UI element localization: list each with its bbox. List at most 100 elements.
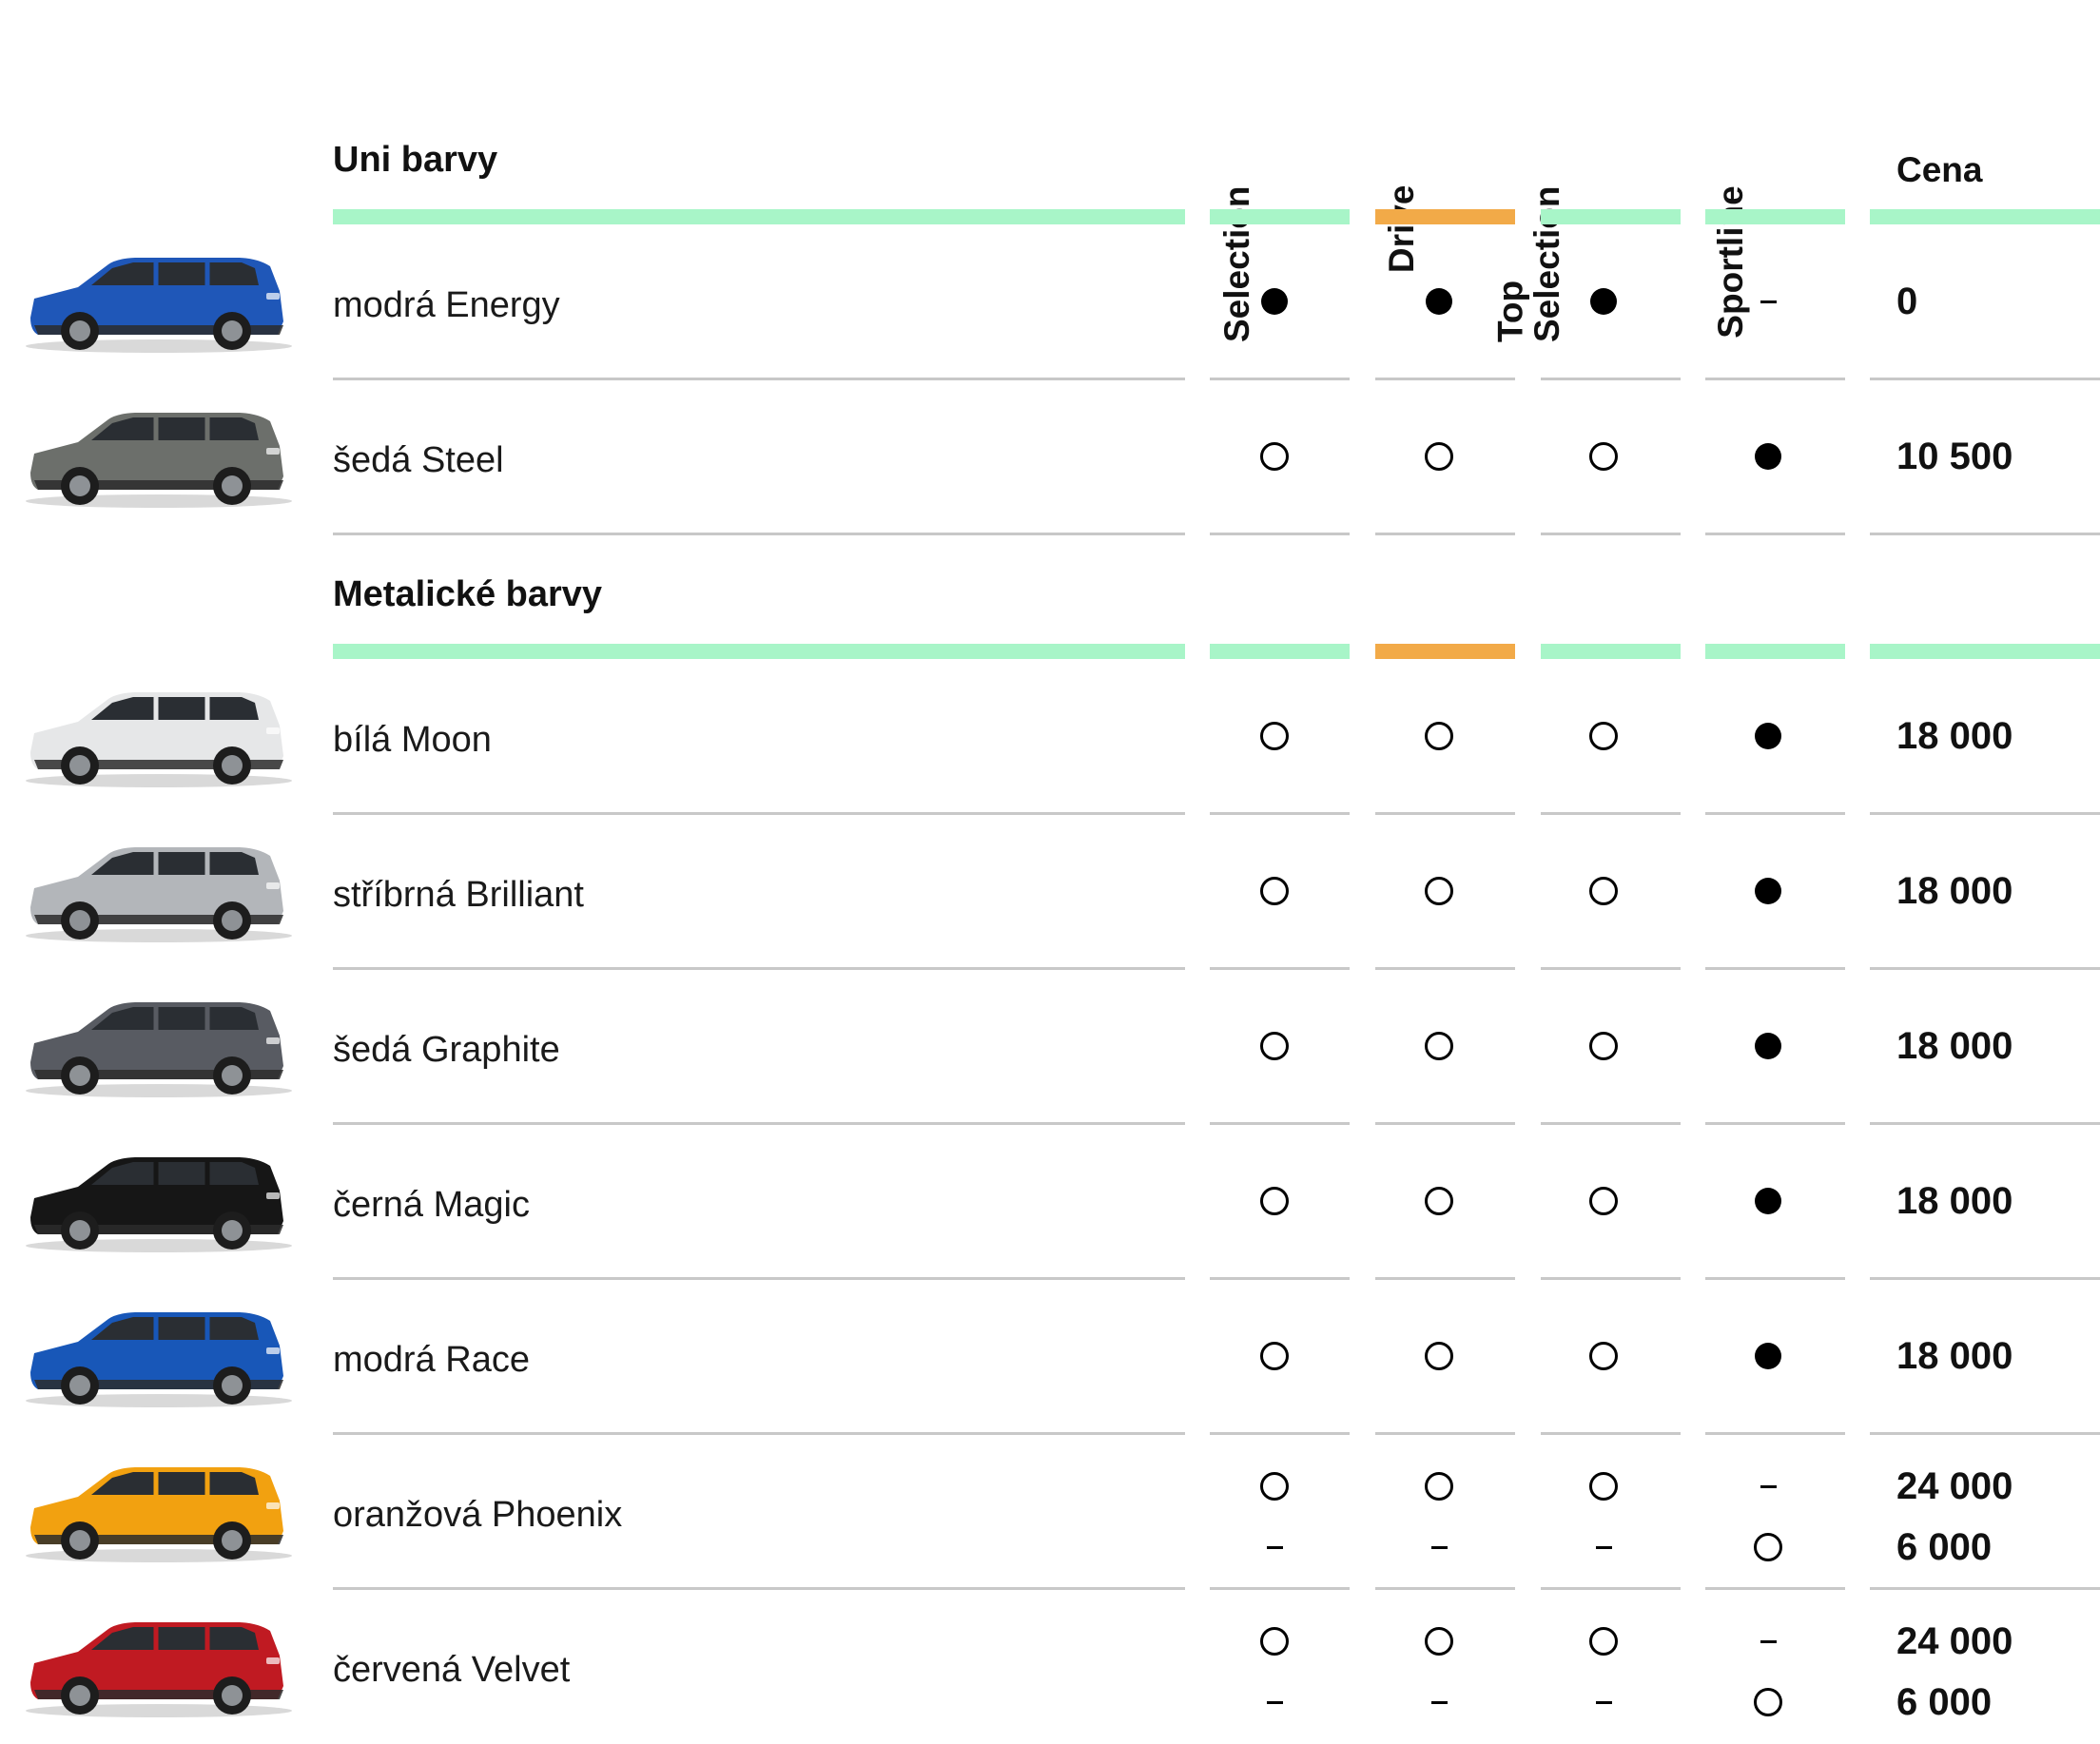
availability-mark-drive <box>1410 1674 1468 1731</box>
availability-mark-top-selection <box>1575 1017 1632 1075</box>
availability-mark-drive <box>1410 1458 1468 1515</box>
availability-mark-drive <box>1410 428 1468 485</box>
availability-mark-drive <box>1410 707 1468 765</box>
color-name: šedá Steel <box>333 439 504 480</box>
availability-mark-sportline <box>1740 1327 1797 1385</box>
not-available-dash-icon <box>1760 1639 1777 1643</box>
availability-mark-top-selection <box>1575 1172 1632 1230</box>
availability-mark-selection <box>1246 1458 1303 1515</box>
section-bar <box>1705 644 1845 659</box>
color-name: modrá Energy <box>333 284 560 325</box>
optional-circle-icon <box>1589 877 1618 905</box>
price-value: 18 000 <box>1896 1180 2013 1222</box>
availability-mark-top-selection <box>1575 1458 1632 1515</box>
car-thumbnail <box>26 1312 292 1407</box>
availability-mark-selection <box>1246 1519 1303 1576</box>
car-thumbnail <box>26 1622 292 1717</box>
row-divider <box>1210 533 1350 535</box>
standard-dot-icon <box>1755 1188 1781 1214</box>
availability-mark-top-selection <box>1575 1674 1632 1731</box>
optional-circle-icon <box>1425 1472 1453 1501</box>
section-bar <box>1870 644 2100 659</box>
table-row: šedá Steel 10 500 <box>0 379 2100 535</box>
column-header-drive: Drive <box>1382 19 1477 274</box>
standard-dot-icon <box>1755 443 1781 470</box>
color-name: modrá Race <box>333 1339 530 1380</box>
standard-dot-icon <box>1755 1343 1781 1369</box>
optional-circle-icon <box>1589 1187 1618 1215</box>
optional-circle-icon <box>1260 1472 1289 1501</box>
optional-circle-icon <box>1589 1032 1618 1060</box>
price-value: 18 000 <box>1896 715 2013 757</box>
table-row: oranžová Phoenix 24 000 6 000 <box>0 1434 2100 1590</box>
availability-mark-sportline <box>1740 1519 1797 1576</box>
row-divider <box>333 533 1185 535</box>
optional-circle-icon <box>1425 722 1453 750</box>
optional-circle-icon <box>1260 1342 1289 1370</box>
availability-mark-top-selection <box>1575 1519 1632 1576</box>
availability-mark-sportline <box>1740 862 1797 920</box>
table-row: stříbrná Brilliant 18 000 <box>0 814 2100 970</box>
availability-mark-selection <box>1246 862 1303 920</box>
section-bar <box>333 209 1185 224</box>
column-header-sportline: Sportline <box>1711 19 1806 338</box>
car-thumbnail <box>26 1157 292 1252</box>
availability-mark-drive <box>1410 273 1468 330</box>
availability-mark-sportline <box>1740 707 1797 765</box>
table-row: modrá Energy 0 <box>0 224 2100 380</box>
price-value: 18 000 <box>1896 1025 2013 1067</box>
availability-mark-selection <box>1246 428 1303 485</box>
availability-mark-drive <box>1410 1172 1468 1230</box>
price-value: 6 000 <box>1896 1681 1993 1723</box>
availability-mark-sportline <box>1740 1172 1797 1230</box>
optional-circle-icon <box>1589 1472 1618 1501</box>
optional-circle-icon <box>1425 1187 1453 1215</box>
car-thumbnail <box>26 692 292 787</box>
car-thumbnail <box>26 258 292 353</box>
optional-circle-icon <box>1260 1627 1289 1656</box>
car-thumbnail <box>26 1467 292 1562</box>
optional-circle-icon <box>1589 722 1618 750</box>
availability-mark-selection <box>1246 273 1303 330</box>
column-header-top-selection: Top Selection <box>1490 19 1642 342</box>
availability-mark-top-selection <box>1575 1613 1632 1670</box>
availability-mark-top-selection <box>1575 1327 1632 1385</box>
availability-mark-selection <box>1246 1613 1303 1670</box>
car-thumbnail <box>26 1002 292 1097</box>
optional-circle-icon <box>1754 1688 1782 1716</box>
standard-dot-icon <box>1755 878 1781 904</box>
color-name: červená Velvet <box>333 1649 571 1690</box>
color-name: oranžová Phoenix <box>333 1494 623 1535</box>
optional-circle-icon <box>1589 442 1618 471</box>
availability-mark-sportline <box>1740 1458 1797 1515</box>
color-name: bílá Moon <box>333 719 492 760</box>
availability-mark-selection <box>1246 1172 1303 1230</box>
optional-circle-icon <box>1425 442 1453 471</box>
optional-circle-icon <box>1425 1032 1453 1060</box>
row-divider <box>1541 533 1681 535</box>
optional-circle-icon <box>1425 1627 1453 1656</box>
table-row: modrá Race 18 000 <box>0 1279 2100 1435</box>
row-divider <box>1375 533 1515 535</box>
section-bar-highlight <box>1375 209 1515 224</box>
table-row: šedá Graphite 18 000 <box>0 969 2100 1125</box>
section-bar-highlight <box>1375 644 1515 659</box>
availability-mark-drive <box>1410 862 1468 920</box>
car-thumbnail <box>26 847 292 942</box>
row-divider <box>1705 533 1845 535</box>
section-title: Uni barvy <box>333 140 498 180</box>
optional-circle-icon <box>1260 442 1289 471</box>
price-value: 18 000 <box>1896 1335 2013 1377</box>
optional-circle-icon <box>1260 722 1289 750</box>
color-name: černá Magic <box>333 1184 530 1225</box>
availability-mark-sportline <box>1740 1017 1797 1075</box>
availability-mark-sportline <box>1740 1613 1797 1670</box>
availability-mark-top-selection <box>1575 862 1632 920</box>
price-value: 6 000 <box>1896 1526 1993 1568</box>
section-bar <box>1210 644 1350 659</box>
availability-mark-selection <box>1246 1674 1303 1731</box>
not-available-dash-icon <box>1266 1545 1283 1549</box>
table-row: černá Magic 18 000 <box>0 1124 2100 1280</box>
optional-circle-icon <box>1260 1187 1289 1215</box>
color-name: šedá Graphite <box>333 1029 560 1070</box>
